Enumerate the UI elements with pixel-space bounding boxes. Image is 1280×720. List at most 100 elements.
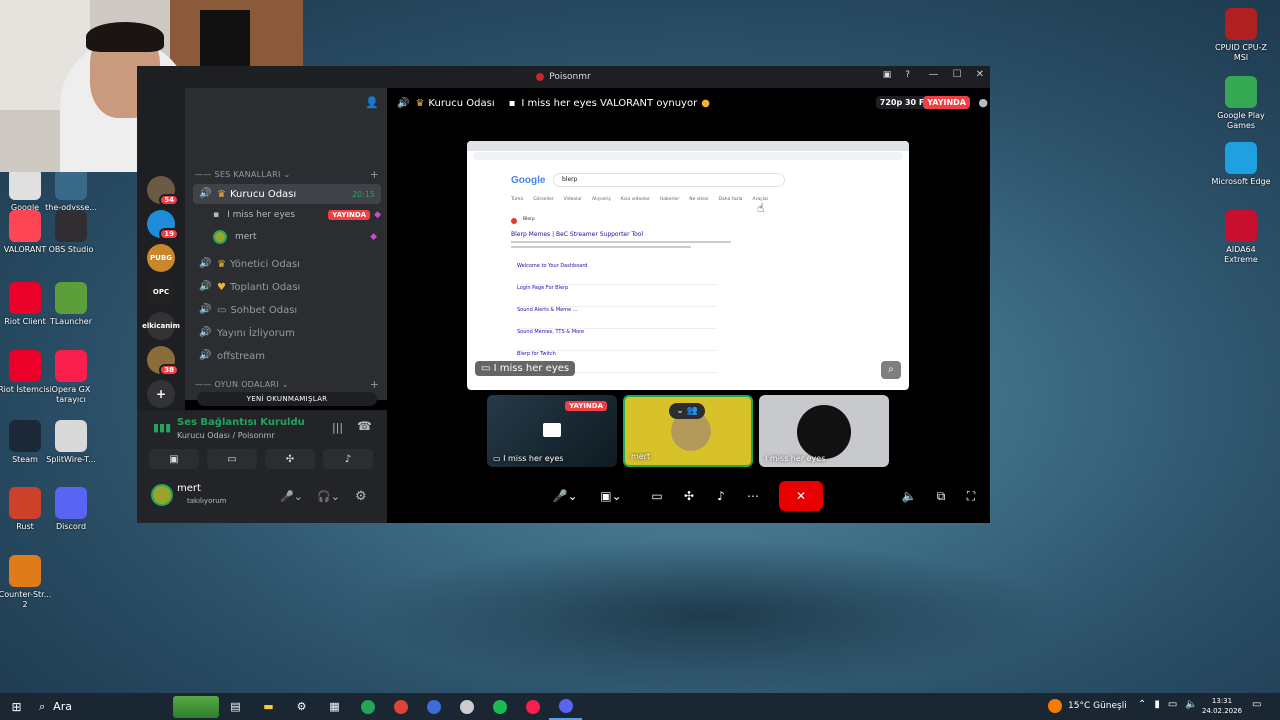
desktop-icon[interactable]: TLauncher bbox=[41, 282, 101, 327]
widgets-icon[interactable] bbox=[173, 695, 219, 718]
avatar[interactable] bbox=[151, 484, 173, 506]
network-icon[interactable]: ▭ bbox=[1168, 699, 1177, 710]
desktop-icon[interactable]: CPUID CPU-Z MSI bbox=[1211, 8, 1271, 63]
participant-tile[interactable]: YAYINDA ▭ I miss her eyes bbox=[487, 395, 617, 467]
chevron-up-icon[interactable]: ⌃ bbox=[1138, 699, 1146, 710]
disconnect-icon[interactable]: ☎ bbox=[357, 419, 372, 433]
signal-icon[interactable]: ▮▮▮ bbox=[153, 421, 171, 434]
add-friend-icon[interactable]: 👤 bbox=[365, 96, 379, 109]
search-tab: Tümü bbox=[511, 197, 524, 202]
screen-share-button[interactable]: ▭ bbox=[647, 481, 667, 511]
greenapp-icon[interactable] bbox=[351, 693, 384, 720]
server-icon[interactable]: 38 bbox=[147, 346, 179, 376]
camera-off-button[interactable]: ▣ bbox=[149, 449, 199, 469]
activities-button[interactable]: ✣ bbox=[679, 481, 699, 511]
spotify-icon[interactable] bbox=[483, 693, 516, 720]
system-tray[interactable]: ⌃ ▮ ▭ 🔈 bbox=[1138, 699, 1198, 710]
noise-suppression-icon[interactable]: ||| bbox=[332, 421, 343, 434]
stream-screen[interactable]: Google blerp Tümü Görseller Videolar Alışve… bbox=[467, 141, 909, 390]
voice-status[interactable]: Ses Bağlantısı Kuruldu bbox=[177, 417, 305, 428]
add-channel-icon[interactable]: + bbox=[370, 378, 379, 391]
desktop-icon[interactable]: SplitWire-T... bbox=[41, 420, 101, 465]
camera-button[interactable]: ▣⌄ bbox=[591, 481, 631, 511]
microphone-icon[interactable]: 🎤⌄ bbox=[280, 490, 303, 503]
popout-icon[interactable]: ⧉ bbox=[931, 481, 951, 511]
volume-icon[interactable]: 🔈 bbox=[1185, 699, 1197, 710]
chrome-icon[interactable] bbox=[384, 693, 417, 720]
settings-icon[interactable]: ⚙ bbox=[285, 693, 318, 720]
trophy-icon: ♛ bbox=[217, 258, 226, 270]
help-icon[interactable]: ? bbox=[905, 70, 910, 80]
channel-yonetici-odasi[interactable]: 🔊 ♛ Yönetici Odası bbox=[193, 254, 381, 274]
fullscreen-icon[interactable]: ⛶ bbox=[961, 481, 981, 511]
username[interactable]: mert bbox=[177, 483, 201, 494]
channel-toplanti-odasi[interactable]: 🔊 ♥ Toplantı Odası bbox=[193, 277, 381, 297]
weather-widget[interactable]: 15°C Güneşli bbox=[1048, 699, 1127, 713]
channel-sohbet-odasi[interactable]: 🔊 ▭ Sohbet Odası bbox=[193, 300, 381, 320]
channel-kurucu-odasi[interactable]: 🔊 ♛ Kurucu Odası 20:15 bbox=[193, 184, 381, 204]
user-status: takılıyorum bbox=[187, 497, 227, 505]
microphone-icon[interactable]: ▮ bbox=[1154, 699, 1160, 710]
start-button[interactable]: ⊞ bbox=[0, 693, 33, 720]
member-item[interactable]: ▪ I miss her eyes YAYINDA ◆ bbox=[213, 206, 381, 224]
server-icon[interactable]: PUBG bbox=[147, 244, 175, 272]
desktop-icon[interactable]: Discord bbox=[41, 487, 101, 532]
clock[interactable]: 13:31 24.02.2026 bbox=[1200, 696, 1244, 716]
server-icon[interactable]: 54 bbox=[147, 176, 179, 206]
minimize-button[interactable]: — bbox=[929, 69, 939, 80]
disconnect-button[interactable]: ✕ bbox=[779, 481, 823, 511]
sun-icon bbox=[1048, 699, 1062, 713]
taskbar-search[interactable]: ⌕ Ara bbox=[33, 693, 173, 720]
discord-taskbar-icon[interactable] bbox=[549, 693, 582, 720]
soundboard-button[interactable]: ♪ bbox=[323, 449, 373, 469]
voice-channel[interactable]: Kurucu Odası / Poisonmr bbox=[177, 431, 275, 440]
category-game[interactable]: —— OYUN ODALARI ⌄ bbox=[195, 380, 289, 389]
app-icon bbox=[1225, 76, 1257, 108]
splitwire-icon[interactable] bbox=[450, 693, 483, 720]
inbox-icon[interactable]: ▣ bbox=[883, 70, 892, 80]
desktop-icon[interactable]: OBS Studio bbox=[41, 210, 101, 255]
desktop-icon[interactable]: AIDA64 Extreme bbox=[1211, 210, 1271, 265]
desktop-icon[interactable]: Counter-Str... 2 bbox=[0, 555, 55, 610]
notification-icon[interactable]: ▭ bbox=[1252, 699, 1261, 710]
category-voice[interactable]: —— SES KANALLARI ⌄ bbox=[195, 170, 291, 179]
desktop-icon[interactable]: Google Play Games bbox=[1211, 76, 1271, 131]
unread-pill[interactable]: YENİ OKUNMAMIŞLAR bbox=[197, 392, 377, 406]
unread-badge: 38 bbox=[159, 364, 179, 376]
more-button[interactable]: ⋯ bbox=[743, 481, 763, 511]
store-icon[interactable]: ▦ bbox=[318, 693, 351, 720]
soundboard-button[interactable]: ♪ bbox=[711, 481, 731, 511]
desktop-icon[interactable]: Microsoft Edge bbox=[1211, 142, 1271, 187]
speaker-icon: 🔊 bbox=[199, 327, 212, 338]
participant-tile[interactable]: ⌄ 👥 mert bbox=[623, 395, 753, 467]
member-item[interactable]: mert ◆ bbox=[213, 228, 381, 246]
desktop-icon[interactable]: the-odysse... bbox=[41, 168, 101, 213]
app-icon bbox=[9, 282, 41, 314]
zoom-icon[interactable]: ⌕ bbox=[881, 361, 901, 379]
task-view-icon[interactable]: ▤ bbox=[219, 693, 252, 720]
add-channel-icon[interactable]: + bbox=[370, 168, 379, 181]
channel-offstream[interactable]: 🔊 offstream bbox=[193, 346, 381, 366]
blerp-favicon bbox=[511, 218, 517, 224]
channel-yayini-izliyorum[interactable]: 🔊 Yayını İzliyorum bbox=[193, 323, 381, 343]
headphones-icon[interactable]: 🎧⌄ bbox=[317, 490, 340, 503]
volume-icon[interactable]: 🔈 bbox=[899, 481, 919, 511]
opera-icon[interactable] bbox=[516, 693, 549, 720]
maximize-button[interactable]: ☐ bbox=[953, 69, 962, 80]
file-explorer-icon[interactable]: ▬ bbox=[252, 693, 285, 720]
tile-controls[interactable]: ⌄ 👥 bbox=[669, 403, 705, 419]
activities-button[interactable]: ✣ bbox=[265, 449, 315, 469]
screen-share-button[interactable]: ▭ bbox=[207, 449, 257, 469]
add-server-icon[interactable]: + bbox=[147, 380, 175, 408]
server-icon[interactable]: elkicanim bbox=[142, 312, 180, 340]
desktop-icon[interactable]: Opera GX tarayıcı bbox=[41, 350, 101, 405]
chat-icon[interactable]: ● bbox=[978, 96, 988, 109]
search-tab: Daha fazla bbox=[718, 197, 743, 202]
close-button[interactable]: ✕ bbox=[976, 69, 984, 80]
participant-tile[interactable]: I miss her eyes bbox=[759, 395, 889, 467]
server-icon[interactable]: OPC bbox=[147, 278, 175, 306]
settings-icon[interactable]: ⚙ bbox=[355, 489, 367, 504]
blueapp-icon[interactable] bbox=[417, 693, 450, 720]
microphone-button[interactable]: 🎤⌄ bbox=[547, 481, 583, 511]
server-icon[interactable]: 19 bbox=[147, 210, 179, 240]
